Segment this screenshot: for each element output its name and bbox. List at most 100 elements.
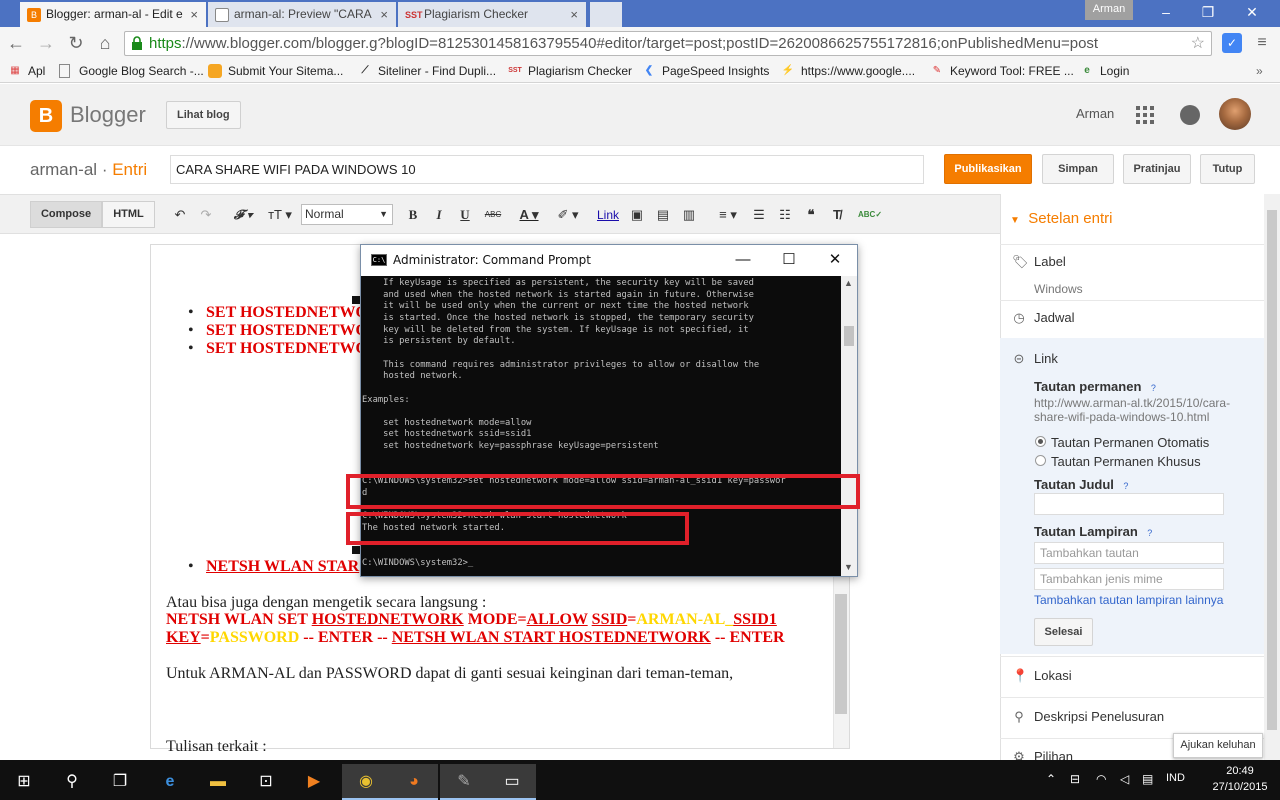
store-icon[interactable]: ⊡ xyxy=(242,764,290,800)
radio-auto-permalink[interactable] xyxy=(1035,436,1046,447)
preview-button[interactable]: Pratinjau xyxy=(1123,154,1191,184)
bookmark-item[interactable]: e Login xyxy=(1080,62,1129,80)
spellcheck-icon[interactable]: ABC✓ xyxy=(858,205,882,225)
bulleted-list-icon[interactable]: ☷ xyxy=(776,205,794,225)
help-icon[interactable]: ? xyxy=(1144,527,1156,539)
file-explorer-icon[interactable]: ▬ xyxy=(194,764,242,800)
search-icon[interactable]: ⚲ xyxy=(48,764,96,800)
maximize-icon[interactable]: ☐ xyxy=(774,249,804,271)
numbered-list-icon[interactable]: ☰ xyxy=(750,205,768,225)
start-windows-icon[interactable]: ⊞ xyxy=(0,764,48,800)
input-language[interactable]: IND xyxy=(1166,772,1185,784)
format-select[interactable]: Normal ▼ xyxy=(301,204,393,225)
labels-title[interactable]: Label xyxy=(1034,254,1066,269)
location-title[interactable]: Lokasi xyxy=(1034,668,1072,683)
close-tab-icon[interactable]: × xyxy=(570,2,578,27)
apps-grid-icon[interactable] xyxy=(1136,106,1154,124)
media-player-icon[interactable]: ▶ xyxy=(290,764,338,800)
editor-scrollbar-thumb[interactable] xyxy=(835,594,847,714)
new-tab-button[interactable] xyxy=(590,2,622,27)
help-icon[interactable]: ? xyxy=(1147,382,1159,394)
bookmark-item[interactable]: ✎ Keyword Tool: FREE ... xyxy=(930,62,1074,80)
font-family-icon[interactable]: 𝓕 ▾ xyxy=(228,205,258,225)
bookmark-item[interactable]: Google Blog Search -... xyxy=(59,62,204,80)
blogger-logo-icon[interactable]: B xyxy=(30,100,62,132)
remove-formatting-icon[interactable]: T̸ xyxy=(828,205,846,225)
publish-button[interactable]: Publikasikan xyxy=(944,154,1032,184)
html-mode-button[interactable]: HTML xyxy=(102,201,155,228)
extension-icon[interactable]: ✓ xyxy=(1222,33,1242,53)
scroll-up-icon[interactable]: ▲ xyxy=(844,278,853,288)
close-window-icon[interactable]: ✕ xyxy=(1232,0,1272,24)
link-title[interactable]: Link xyxy=(1034,351,1058,366)
bookmark-item[interactable]: ⚡ https://www.google.... xyxy=(781,62,915,80)
view-blog-button[interactable]: Lihat blog xyxy=(166,101,241,129)
notifications-bell-icon[interactable] xyxy=(1180,105,1200,125)
text-color-icon[interactable]: A ▾ xyxy=(514,205,544,225)
post-settings-heading[interactable]: ▼ Setelan entri xyxy=(1010,210,1112,227)
profile-chip[interactable]: Arman xyxy=(1085,0,1133,20)
bold-icon[interactable]: B xyxy=(404,205,422,225)
volume-icon[interactable]: ◁ xyxy=(1120,772,1129,786)
scroll-down-icon[interactable]: ▼ xyxy=(844,562,853,572)
paint-icon[interactable]: ✎ xyxy=(440,764,488,800)
radio-custom-label[interactable]: Tautan Permanen Khusus xyxy=(1051,454,1201,469)
cmd-scrollbar-thumb[interactable] xyxy=(844,326,854,346)
restore-icon[interactable]: ❐ xyxy=(1188,0,1228,24)
command-prompt-taskbar-icon[interactable]: ▭ xyxy=(488,764,536,800)
insert-image-icon[interactable]: ▣ xyxy=(628,205,646,225)
clock-date[interactable]: 27/10/2015 xyxy=(1205,781,1275,793)
quote-icon[interactable]: ❝ xyxy=(802,205,820,225)
font-size-icon[interactable]: тT ▾ xyxy=(264,205,296,225)
bookmark-item[interactable]: Submit Your Sitema... xyxy=(208,62,343,80)
clock-time[interactable]: 20:49 xyxy=(1217,765,1263,777)
compose-mode-button[interactable]: Compose xyxy=(30,201,102,228)
edge-browser-icon[interactable]: e xyxy=(146,764,194,800)
schedule-title[interactable]: Jadwal xyxy=(1034,310,1074,325)
close-icon[interactable]: ✕ xyxy=(820,249,850,271)
attachment-url-input[interactable]: Tambahkan tautan xyxy=(1034,542,1224,564)
brand-name[interactable]: Blogger xyxy=(70,102,146,128)
image-resize-handle[interactable] xyxy=(352,296,360,304)
tab-plagiarism-checker[interactable]: SST Plagiarism Checker × xyxy=(398,2,586,27)
insert-link-button[interactable]: Link xyxy=(594,205,622,225)
task-view-icon[interactable]: ❐ xyxy=(96,764,144,800)
bookmark-item[interactable]: ⟋ Siteliner - Find Dupli... xyxy=(358,62,497,80)
search-description-title[interactable]: Deskripsi Penelusuran xyxy=(1034,709,1164,724)
network-icon[interactable]: ⊟ xyxy=(1070,772,1080,786)
align-icon[interactable]: ≡ ▾ xyxy=(714,205,742,225)
account-name[interactable]: Arman xyxy=(1076,106,1114,121)
close-tab-icon[interactable]: × xyxy=(190,2,198,27)
avatar[interactable] xyxy=(1219,98,1251,130)
cmd-title-bar[interactable]: C:\ Administrator: Command Prompt — ☐ ✕ xyxy=(361,245,857,276)
tab-blogger-editor[interactable]: B Blogger: arman-al - Edit e × xyxy=(20,2,206,27)
back-arrow-icon[interactable]: ← xyxy=(4,31,28,55)
chrome-menu-icon[interactable]: ≡ xyxy=(1254,33,1270,53)
radio-auto-label[interactable]: Tautan Permanen Otomatis xyxy=(1051,435,1209,450)
underline-icon[interactable]: U xyxy=(456,205,474,225)
cmd-scrollbar[interactable]: ▲ ▼ xyxy=(841,276,857,576)
insert-video-icon[interactable]: ▤ xyxy=(654,205,672,225)
redo-icon[interactable]: ↷ xyxy=(197,205,215,225)
reload-icon[interactable]: ↻ xyxy=(64,31,88,55)
bookmark-item[interactable]: SST Plagiarism Checker xyxy=(508,62,632,80)
tab-preview[interactable]: arman-al: Preview "CARA × xyxy=(208,2,396,27)
attachment-mime-input[interactable]: Tambahkan jenis mime xyxy=(1034,568,1224,590)
forward-arrow-icon[interactable]: → xyxy=(34,31,58,55)
minimize-icon[interactable]: — xyxy=(728,249,758,271)
add-attachment-link[interactable]: Tambahkan tautan lampiran lainnya xyxy=(1034,593,1223,607)
home-icon[interactable]: ⌂ xyxy=(93,31,117,55)
highlight-color-icon[interactable]: ✐ ▾ xyxy=(552,205,584,225)
done-button[interactable]: Selesai xyxy=(1034,618,1093,646)
close-button[interactable]: Tutup xyxy=(1200,154,1255,184)
radio-custom-permalink[interactable] xyxy=(1035,455,1046,466)
bookmarks-overflow-icon[interactable]: » xyxy=(1256,62,1263,80)
bookmark-item[interactable]: ❮ PageSpeed Insights xyxy=(642,62,770,80)
post-title-input[interactable]: CARA SHARE WIFI PADA WINDOWS 10 xyxy=(170,155,924,184)
insert-jump-break-icon[interactable]: ▥ xyxy=(680,205,698,225)
save-button[interactable]: Simpan xyxy=(1042,154,1114,184)
image-resize-handle[interactable] xyxy=(352,546,360,554)
italic-icon[interactable]: I xyxy=(430,205,448,225)
minimize-icon[interactable]: – xyxy=(1146,0,1186,24)
strikethrough-icon[interactable]: ABC xyxy=(482,205,504,225)
